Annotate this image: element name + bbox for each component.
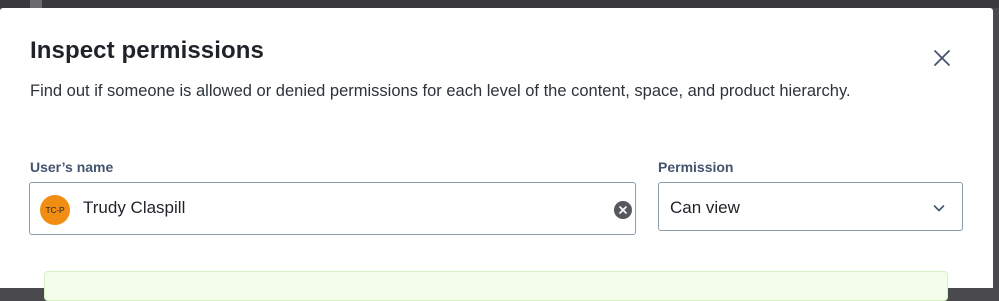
selected-user-value: Trudy Claspill bbox=[83, 198, 186, 217]
dialog-title: Inspect permissions bbox=[30, 37, 264, 64]
user-name-field[interactable]: TC-P Trudy Claspill bbox=[29, 182, 636, 235]
dialog-description: Find out if someone is allowed or denied… bbox=[30, 82, 851, 100]
avatar-initials: TC-P bbox=[45, 205, 65, 215]
chevron-down-icon bbox=[933, 205, 945, 212]
avatar: TC-P bbox=[40, 195, 70, 225]
backdrop-element bbox=[30, 0, 42, 8]
user-name-label: User’s name bbox=[30, 159, 114, 175]
permission-selected-value: Can view bbox=[670, 198, 740, 217]
close-button[interactable] bbox=[926, 42, 958, 74]
page-backdrop bbox=[0, 0, 999, 8]
permission-label: Permission bbox=[658, 159, 734, 175]
permission-select[interactable]: Can view bbox=[658, 182, 963, 231]
clear-user-button[interactable] bbox=[614, 201, 632, 219]
close-icon bbox=[934, 50, 950, 66]
inspect-permissions-dialog: Inspect permissions Find out if someone … bbox=[0, 8, 993, 301]
clear-circle-icon bbox=[619, 206, 627, 214]
